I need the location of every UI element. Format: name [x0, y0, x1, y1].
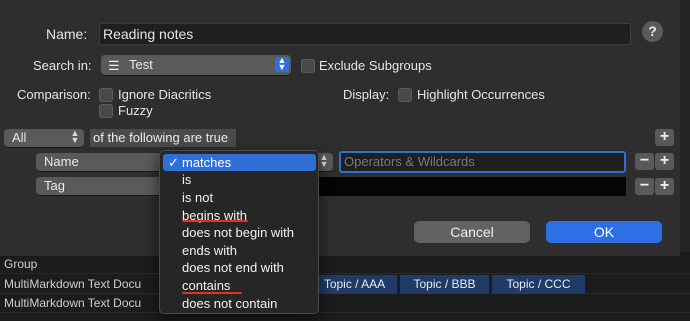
match-scope-suffix: of the following are true	[90, 129, 236, 147]
highlight-occurrences-label: Highlight Occurrences	[417, 87, 545, 102]
checkmark-icon: ✓	[168, 155, 179, 170]
annotation-underline	[182, 220, 248, 222]
ignore-diacritics-checkbox[interactable]	[99, 88, 113, 102]
annotation-underline	[182, 292, 242, 294]
rule1-field-popup[interactable]: Name	[36, 153, 162, 171]
menu-item-is[interactable]: is	[163, 171, 316, 188]
search-in-popup[interactable]: ☰ Test ▲ ▼	[101, 55, 291, 75]
chevron-updown-icon: ▲ ▼	[70, 128, 80, 145]
name-label: Name:	[46, 26, 88, 42]
fuzzy-checkbox[interactable]	[99, 104, 113, 118]
chevron-updown-icon: ▲ ▼	[319, 152, 329, 169]
rule1-placeholder: Operators & Wildcards	[344, 154, 475, 169]
search-in-label: Search in:	[33, 58, 92, 73]
list-item[interactable]: MultiMarkdown Text Docu	[0, 294, 690, 313]
rule2-field-popup[interactable]: Tag	[36, 177, 162, 195]
rule2-field-value: Tag	[44, 178, 65, 193]
tag-chip[interactable]: Topic / BBB	[400, 275, 490, 294]
match-scope-popup[interactable]: All ▲ ▼	[4, 129, 84, 147]
add-criterion-button[interactable]: +	[655, 153, 674, 170]
ignore-diacritics-label: Ignore Diacritics	[118, 87, 212, 102]
search-in-value: Test	[129, 57, 153, 72]
smart-group-sheet: Name: Reading notes ? Search in: ☰ Test …	[0, 0, 680, 257]
menu-item-is-not[interactable]: is not	[163, 189, 316, 206]
add-criterion-button[interactable]: +	[655, 129, 674, 146]
tag-chip[interactable]: Topic / CCC	[492, 275, 586, 294]
cancel-button[interactable]: Cancel	[414, 221, 530, 243]
exclude-subgroups-checkbox[interactable]	[301, 59, 315, 73]
chevron-updown-icon: ▲ ▼	[275, 56, 289, 72]
match-scope-value: All	[12, 130, 27, 145]
fuzzy-label: Fuzzy	[118, 103, 153, 118]
help-button[interactable]: ?	[642, 21, 663, 42]
highlight-occurrences-checkbox[interactable]	[398, 88, 412, 102]
menu-item-does-not-begin-with[interactable]: does not begin with	[163, 224, 316, 241]
exclude-subgroups-label: Exclude Subgroups	[319, 58, 432, 73]
ok-button[interactable]: OK	[546, 221, 662, 243]
rule1-field-value: Name	[44, 154, 79, 169]
list-item[interactable]: Group	[0, 255, 690, 274]
add-criterion-button[interactable]: +	[655, 178, 674, 195]
tag-chip[interactable]: Topic / AAA	[312, 275, 398, 294]
operator-menu: ✓ matches is is not begins with does not…	[159, 150, 319, 314]
menu-item-matches[interactable]: ✓ matches	[163, 154, 316, 171]
remove-criterion-button[interactable]: −	[635, 153, 654, 170]
name-field[interactable]: Reading notes	[99, 23, 631, 45]
rule1-value-input[interactable]: Operators & Wildcards	[339, 151, 626, 173]
comparison-label: Comparison:	[17, 87, 91, 102]
rule2-value-input[interactable]	[316, 177, 626, 196]
remove-criterion-button[interactable]: −	[635, 178, 654, 195]
stack-icon: ☰	[108, 58, 120, 73]
display-label: Display:	[343, 87, 390, 102]
menu-item-ends-with[interactable]: ends with	[163, 242, 316, 259]
menu-item-does-not-contain[interactable]: does not contain	[163, 295, 316, 312]
menu-item-does-not-end-with[interactable]: does not end with	[163, 259, 316, 276]
